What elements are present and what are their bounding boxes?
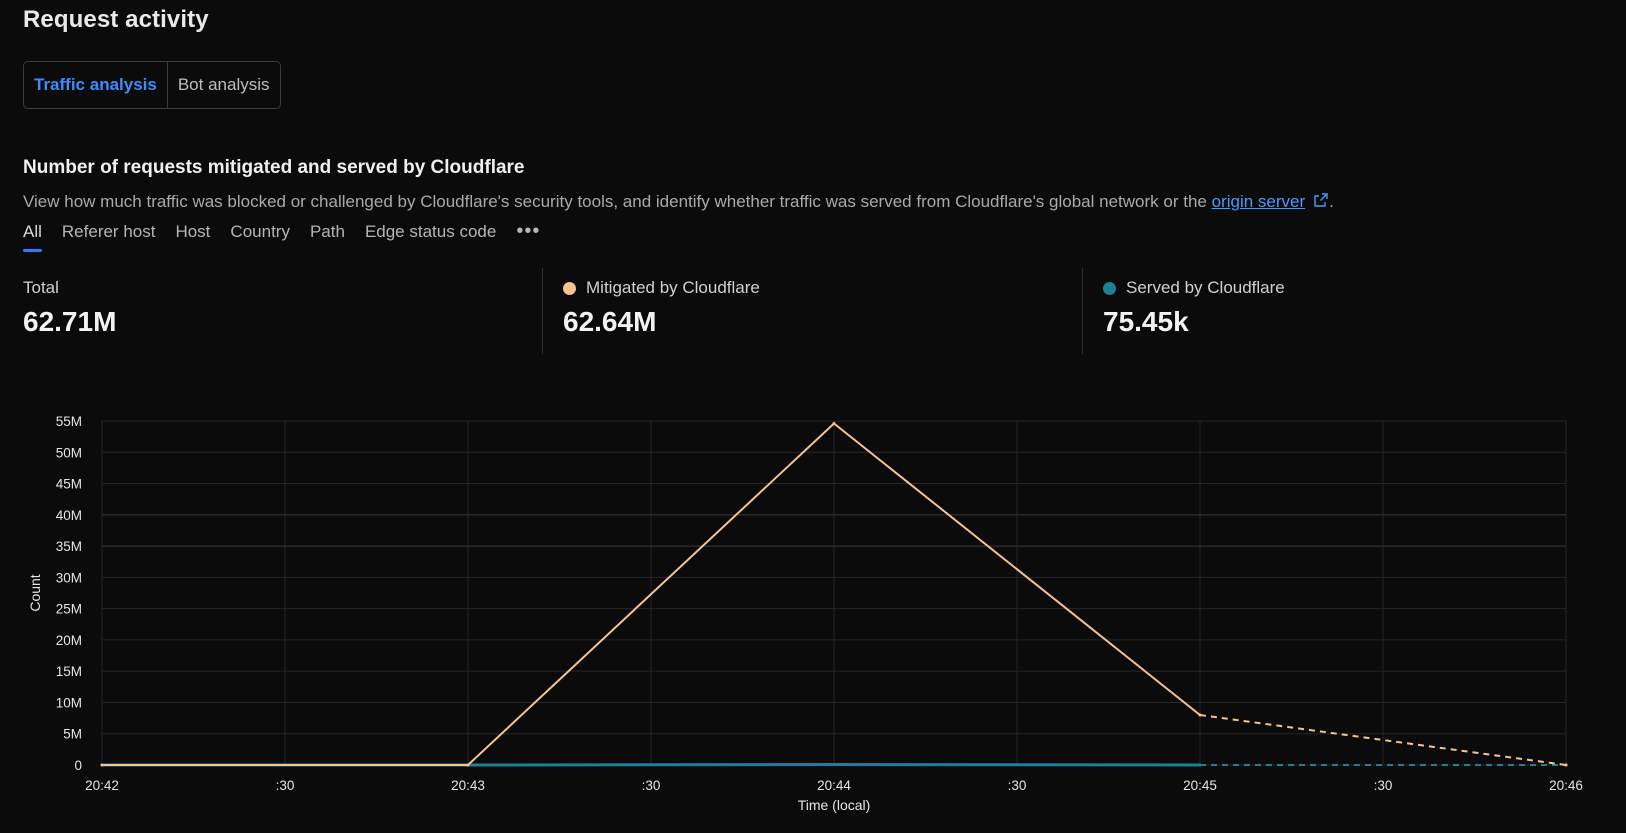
x-tick-label: 20:43 <box>451 778 485 793</box>
section-description-trailing: . <box>1329 192 1334 211</box>
section-title: Number of requests mitigated and served … <box>23 157 525 178</box>
y-tick-label: 10M <box>56 695 82 710</box>
stats-row: Total 62.71M Mitigated by Cloudflare 62.… <box>23 268 1583 356</box>
series-mitigated-by-cloudflare-point <box>1564 763 1568 767</box>
requests-line-chart: 0 5M 10M 15M 20M 25M 30M 35M 40M 45M 50M 55M 20:42 :3… <box>27 414 1583 813</box>
segment-traffic-analysis[interactable]: Traffic analysis <box>24 62 167 108</box>
x-tick-label: 20:46 <box>1549 778 1583 793</box>
tab-edge-status-code[interactable]: Edge status code <box>365 222 496 252</box>
external-link-icon[interactable] <box>1313 192 1329 208</box>
more-tabs-icon[interactable]: ••• <box>516 221 540 252</box>
x-tick-label: :30 <box>642 778 661 793</box>
tab-path[interactable]: Path <box>310 222 345 252</box>
stat-served-label: Served by Cloudflare <box>1126 278 1285 297</box>
x-tick-label: :30 <box>1008 778 1027 793</box>
filter-tabs: All Referer host Host Country Path Edge … <box>23 221 540 252</box>
y-tick-label: 0 <box>74 758 82 773</box>
y-tick-label: 45M <box>56 477 82 492</box>
segment-bot-analysis[interactable]: Bot analysis <box>166 62 280 108</box>
y-tick-label: 35M <box>56 539 82 554</box>
y-tick-label: 20M <box>56 633 82 648</box>
x-tick-label: 20:45 <box>1183 778 1217 793</box>
x-tick-label: :30 <box>276 778 295 793</box>
y-tick-label: 40M <box>56 508 82 523</box>
y-tick-label: 15M <box>56 664 82 679</box>
x-tick-label: 20:42 <box>85 778 119 793</box>
tab-all[interactable]: All <box>23 222 42 252</box>
page-title: Request activity <box>23 6 209 33</box>
origin-server-link[interactable]: origin server <box>1212 192 1306 211</box>
served-legend-dot-icon <box>1103 281 1116 295</box>
analysis-segmented-control: Traffic analysis Bot analysis <box>23 61 281 109</box>
stat-total: Total 62.71M <box>23 268 116 354</box>
stat-served-value: 75.45k <box>1103 306 1189 337</box>
tab-country[interactable]: Country <box>230 222 290 252</box>
section-description: View how much traffic was blocked or cha… <box>23 192 1334 212</box>
stat-mitigated-label: Mitigated by Cloudflare <box>586 278 760 297</box>
stat-mitigated-value: 62.64M <box>563 306 657 337</box>
stat-mitigated: Mitigated by Cloudflare 62.64M <box>542 268 760 354</box>
y-tick-label: 55M <box>56 414 82 429</box>
x-tick-label: 20:44 <box>817 778 851 793</box>
section-description-text: View how much traffic was blocked or cha… <box>23 192 1207 211</box>
y-tick-label: 5M <box>63 727 82 742</box>
stat-served: Served by Cloudflare 75.45k <box>1082 268 1285 354</box>
series-mitigated-by-cloudflare-point <box>100 763 104 767</box>
y-tick-label: 25M <box>56 602 82 617</box>
y-axis-title: Count <box>27 574 43 611</box>
stat-total-value: 62.71M <box>23 306 117 337</box>
series-served-by-cloudflare-point <box>1198 763 1202 767</box>
tab-host[interactable]: Host <box>175 222 210 252</box>
origin-server-link-text: origin server <box>1211 192 1306 211</box>
tab-referer-host[interactable]: Referer host <box>62 222 156 252</box>
x-axis-title: Time (local) <box>798 797 871 813</box>
series-mitigated-by-cloudflare-point <box>466 763 470 767</box>
series-mitigated-by-cloudflare-point <box>832 422 836 426</box>
y-tick-label: 30M <box>56 570 82 585</box>
series-mitigated-by-cloudflare-point <box>1198 713 1202 717</box>
y-tick-label: 50M <box>56 445 82 460</box>
x-tick-label: :30 <box>1374 778 1393 793</box>
stat-total-label: Total <box>23 278 59 297</box>
series-served-by-cloudflare-point <box>832 763 836 767</box>
mitigated-legend-dot-icon <box>563 281 576 295</box>
